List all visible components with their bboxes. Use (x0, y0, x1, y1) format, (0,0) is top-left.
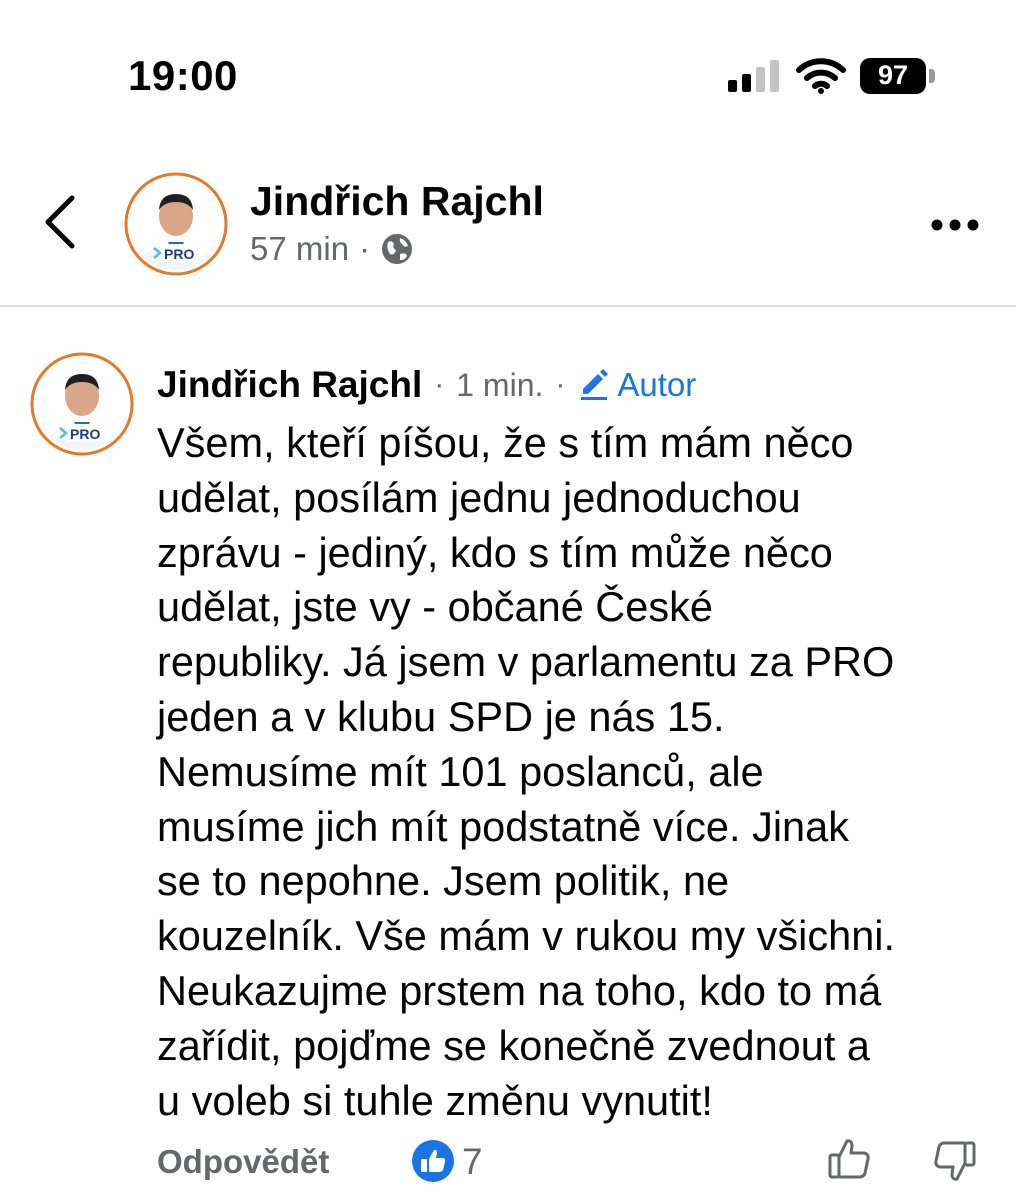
comment-line: u voleb si tuhle změnu vynutit! (157, 1076, 713, 1124)
post-header: PRO Jindřich Rajchl 57 min · (0, 150, 1016, 307)
comment-line: Neukazujme prstem na toho, kdo to má (157, 966, 882, 1014)
comment-line: Nemusíme mít 101 poslanců, ale (157, 747, 764, 795)
comment-line: Všem, kteří píšou, že s tím mám něco (157, 419, 854, 466)
author-badge-label: Autor (617, 366, 697, 403)
like-reaction-icon[interactable] (411, 1139, 455, 1183)
comment-line: republiky. Já jsem v parlamentu za PRO (157, 638, 895, 686)
comment-line: zprávu - jediný, kdo s tím může něco (157, 528, 833, 576)
comment-author-name[interactable]: Jindřich Rajchl (157, 364, 422, 406)
comment-time: 1 min. (456, 366, 544, 403)
header-separator: · (359, 230, 371, 267)
comment-line: zařídit, pojďme se konečně zvednout a (157, 1021, 870, 1069)
battery-icon: 97 (860, 58, 936, 94)
comment-line: udělat, jste vy - občané České (157, 583, 713, 631)
comment-line: se to nepohne. Jsem politik, ne (157, 857, 730, 905)
battery-cap (929, 69, 935, 83)
signal-icon (728, 60, 779, 92)
header-avatar-badge: PRO (164, 246, 194, 262)
globe-icon (382, 234, 413, 264)
comment-header: Jindřich Rajchl · 1 min. · Autor (157, 364, 696, 406)
header-author-name[interactable]: Jindřich Rajchl (250, 178, 544, 225)
status-time: 19:00 (128, 52, 238, 99)
comment-actions: Odpovědět 7 (0, 1135, 1016, 1195)
author-badge: Autor (577, 366, 696, 404)
header-avatar[interactable]: PRO (124, 172, 228, 276)
reply-button[interactable]: Odpovědět (157, 1143, 329, 1181)
comment-avatar[interactable]: PRO (30, 352, 134, 456)
pencil-icon (581, 369, 609, 400)
comment-line: udělat, posílám jednu jednoduchou (157, 473, 801, 521)
back-chevron-icon[interactable] (40, 192, 80, 252)
thumbs-down-icon[interactable] (930, 1139, 978, 1187)
comment-line: kouzelník. Vše mám v rukou my všichni. (157, 912, 896, 960)
comment-separator-2: · (555, 368, 566, 401)
battery-level: 97 (877, 60, 909, 90)
thumbs-up-icon[interactable] (826, 1135, 874, 1183)
comment-line: jeden a v klubu SPD je nás 15. (157, 692, 725, 740)
header-time[interactable]: 57 min (250, 230, 349, 268)
more-dots-icon[interactable] (930, 218, 980, 232)
comment-text: Všem, kteří píšou, že s tím mám něco udě… (157, 416, 987, 1128)
comment-separator: · (434, 368, 445, 401)
comment-avatar-badge: PRO (70, 426, 100, 442)
header-meta: 57 min · (250, 230, 414, 268)
status-bar: 19:00 97 (0, 0, 1016, 150)
like-count[interactable]: 7 (462, 1141, 483, 1183)
wifi-icon (796, 58, 846, 94)
comment-line: musíme jich mít podstatně více. Jinak (157, 802, 849, 850)
